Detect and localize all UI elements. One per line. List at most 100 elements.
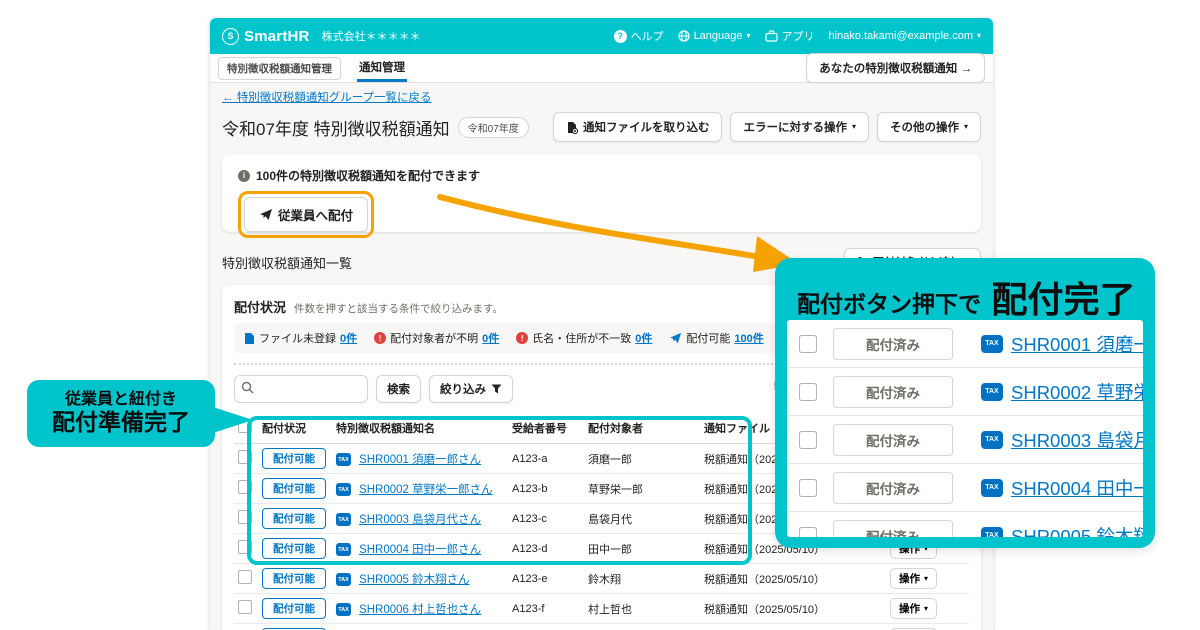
tax-icon: TAX bbox=[336, 483, 351, 496]
top-bar-right: ? ヘルプ Language ▾ bbox=[614, 28, 981, 44]
chevron-down-icon: ▾ bbox=[924, 605, 928, 613]
ready-callout-line2: 配付準備完了 bbox=[52, 409, 190, 437]
row-checkbox[interactable] bbox=[238, 570, 252, 584]
row-action-button[interactable]: 操作 ▾ bbox=[890, 568, 937, 589]
overlay-notice-link[interactable]: SHR0005 鈴木翔さん bbox=[1011, 523, 1143, 538]
row-checkbox[interactable] bbox=[238, 600, 252, 614]
overlay-row-checkbox[interactable] bbox=[799, 431, 817, 449]
table-row: 配付可能 TAX SHR0007 辻本裕美子さん A123-g 辻本裕美子 税額… bbox=[234, 624, 969, 630]
language-menu[interactable]: Language ▾ bbox=[678, 30, 751, 42]
status-done-badge: 配付済み bbox=[833, 376, 953, 408]
overlay-notice-link[interactable]: SHR0004 田中一郎さん bbox=[1011, 475, 1143, 501]
notice-link[interactable]: SHR0001 須磨一郎さん bbox=[359, 454, 481, 466]
overlay-row-checkbox[interactable] bbox=[799, 383, 817, 401]
ready-callout-line1: 従業員と紐付き bbox=[65, 390, 177, 409]
filter-count-link[interactable]: 0件 bbox=[482, 330, 499, 346]
chevron-down-icon: ▾ bbox=[852, 123, 856, 131]
help-menu[interactable]: ? ヘルプ bbox=[614, 28, 664, 44]
table-row: 配付可能 TAX SHR0005 鈴木翔さん A123-e 鈴木翔 税額通知（2… bbox=[234, 564, 969, 594]
chevron-down-icon: ▾ bbox=[747, 32, 751, 40]
filter-count-link[interactable]: 0件 bbox=[340, 330, 357, 346]
alert-icon: ! bbox=[516, 332, 528, 344]
target-person: 島袋月代 bbox=[584, 504, 700, 534]
status-badge: 配付可能 bbox=[262, 448, 326, 469]
filter-label: ファイル未登録 bbox=[259, 330, 336, 346]
tax-icon: TAX bbox=[981, 431, 1003, 449]
filter-name-mismatch: ! 氏名・住所が不一致 0件 bbox=[516, 330, 652, 346]
search-button[interactable]: 検索 bbox=[376, 375, 421, 403]
status-done-badge: 配付済み bbox=[833, 424, 953, 456]
status-done-badge: 配付済み bbox=[833, 328, 953, 360]
overlay-row: 配付済み TAX SHR0001 須磨一郎さん bbox=[787, 320, 1143, 368]
overlay-notice-link[interactable]: SHR0002 草野栄一郎さん bbox=[1011, 379, 1143, 405]
overlay-row: 配付済み TAX SHR0002 草野栄一郎さん bbox=[787, 368, 1143, 416]
row-checkbox[interactable] bbox=[238, 510, 252, 524]
row-action-label: 操作 bbox=[899, 601, 920, 616]
title-actions: 通知ファイルを取り込む エラーに対する操作 ▾ その他の操作 ▾ bbox=[553, 112, 981, 142]
overlay-row: 配付済み TAX SHR0004 田中一郎さん bbox=[787, 464, 1143, 512]
apps-menu[interactable]: アプリ bbox=[765, 28, 815, 44]
recipient-code: A123-c bbox=[508, 504, 584, 534]
distribute-info-line: i 100件の特別徴収税額通知を配付できます bbox=[238, 167, 965, 184]
col-code: 受給者番号 bbox=[508, 412, 584, 444]
info-icon: i bbox=[238, 170, 250, 182]
tax-icon: TAX bbox=[336, 513, 351, 526]
your-notice-button[interactable]: あなたの特別徴収税額通知 → bbox=[806, 53, 985, 83]
notice-link[interactable]: SHR0006 村上哲也さん bbox=[359, 604, 481, 616]
back-link[interactable]: ← 特別徴収税額通知グループ一覧に戻る bbox=[222, 89, 432, 105]
overlay-row-checkbox[interactable] bbox=[799, 335, 817, 353]
target-person: 田中一郎 bbox=[584, 534, 700, 564]
recipient-code: A123-f bbox=[508, 594, 584, 624]
status-badge: 配付可能 bbox=[262, 538, 326, 559]
account-menu[interactable]: hinako.takami@example.com ▾ bbox=[829, 30, 981, 42]
tab-notification-management[interactable]: 通知管理 bbox=[357, 54, 407, 82]
recipient-code: A123-d bbox=[508, 534, 584, 564]
app-switcher-chip[interactable]: 特別徴収税額通知管理 bbox=[218, 57, 341, 80]
status-filter-title: 配付状況 bbox=[234, 297, 286, 316]
notice-link[interactable]: SHR0002 草野栄一郎さん bbox=[359, 484, 493, 496]
filter-count-link[interactable]: 0件 bbox=[635, 330, 652, 346]
overlay-notice-link[interactable]: SHR0003 島袋月代さん bbox=[1011, 427, 1143, 453]
file-icon bbox=[244, 332, 255, 345]
notice-link[interactable]: SHR0004 田中一郎さん bbox=[359, 544, 481, 556]
language-label: Language bbox=[694, 30, 743, 42]
smarthr-logo[interactable]: S SmartHR bbox=[222, 28, 310, 45]
other-ops-button[interactable]: その他の操作 ▾ bbox=[877, 112, 981, 142]
paper-plane-icon bbox=[669, 332, 682, 344]
search-input[interactable] bbox=[234, 375, 368, 403]
import-file-label: 通知ファイルを取り込む bbox=[583, 119, 710, 135]
overlay-notice-link[interactable]: SHR0001 須磨一郎さん bbox=[1011, 331, 1143, 357]
error-ops-label: エラーに対する操作 bbox=[743, 119, 847, 135]
help-icon: ? bbox=[614, 30, 627, 43]
filter-label: 配付可能 bbox=[686, 330, 730, 346]
tax-icon: TAX bbox=[981, 527, 1003, 538]
distribute-button[interactable]: 従業員へ配付 bbox=[244, 197, 368, 232]
smarthr-logo-text: SmartHR bbox=[244, 28, 310, 45]
target-person: 須磨一郎 bbox=[584, 444, 700, 474]
row-checkbox[interactable] bbox=[238, 480, 252, 494]
import-file-button[interactable]: 通知ファイルを取り込む bbox=[553, 112, 723, 142]
filter-button[interactable]: 絞り込み bbox=[429, 375, 513, 403]
error-ops-button[interactable]: エラーに対する操作 ▾ bbox=[730, 112, 869, 142]
smarthr-logo-icon: S bbox=[222, 28, 239, 45]
help-label: ヘルプ bbox=[631, 28, 664, 44]
overlay-row-checkbox[interactable] bbox=[799, 527, 817, 538]
paper-plane-icon bbox=[259, 208, 273, 221]
notice-link[interactable]: SHR0005 鈴木翔さん bbox=[359, 574, 470, 586]
notice-link[interactable]: SHR0003 島袋月代さん bbox=[359, 514, 481, 526]
filter-label: 配付対象者が不明 bbox=[390, 330, 478, 346]
filter-count-link[interactable]: 100件 bbox=[734, 330, 763, 346]
row-action-button[interactable]: 操作 ▾ bbox=[890, 598, 937, 619]
notice-file: 税額通知（2025/05/10） bbox=[700, 594, 886, 624]
col-person: 配付対象者 bbox=[584, 412, 700, 444]
overlay-row: 配付済み TAX SHR0003 島袋月代さん bbox=[787, 416, 1143, 464]
row-checkbox[interactable] bbox=[238, 540, 252, 554]
filter-label: 氏名・住所が不一致 bbox=[532, 330, 631, 346]
status-badge: 配付可能 bbox=[262, 508, 326, 529]
overlay-row-checkbox[interactable] bbox=[799, 479, 817, 497]
search-box bbox=[234, 375, 368, 403]
tax-icon: TAX bbox=[981, 383, 1003, 401]
target-person: 草野栄一郎 bbox=[584, 474, 700, 504]
row-checkbox[interactable] bbox=[238, 450, 252, 464]
distribute-info-message: 100件の特別徴収税額通知を配付できます bbox=[256, 167, 480, 184]
